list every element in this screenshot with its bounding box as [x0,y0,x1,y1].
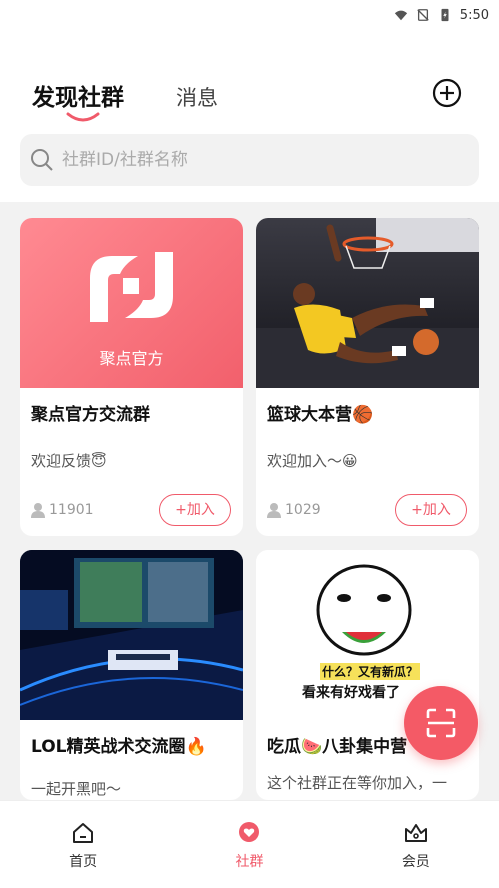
community-title: 篮球大本营🏀 [267,405,374,425]
join-button[interactable]: +加入 [159,494,231,526]
no-sim-icon [417,9,429,21]
search-icon [31,149,53,171]
user-icon [267,503,281,518]
top-tabs: 发现社群 消息 [32,78,218,122]
scan-button[interactable] [404,686,478,760]
tab-messages-label: 消息 [176,86,218,110]
member-count-value: 1029 [285,502,321,518]
tab-messages[interactable]: 消息 [176,82,218,112]
community-thumbnail: 聚点官方 [20,218,243,388]
community-thumbnail [20,550,243,720]
community-description: 欢迎反馈😇 [31,452,107,470]
member-count: 11901 [31,502,94,518]
nav-membership-label: 会员 [401,854,430,870]
member-count-value: 11901 [49,502,94,518]
scan-icon [426,708,456,738]
nav-community-label: 社群 [235,854,264,870]
bottom-nav: 首页 社群 会员 [0,800,499,888]
tab-discover-label: 发现社群 [32,85,124,111]
active-tab-indicator [66,112,100,122]
meme-caption-top: 什么？又有新瓜？ [320,663,421,680]
nav-community[interactable]: 社群 [199,821,299,888]
search-input[interactable] [62,150,442,170]
thumbnail-caption: 聚点官方 [99,349,164,368]
member-count: 1029 [267,502,321,518]
community-card[interactable]: LOL精英战术交流圈🔥 一起开黑吧～ [20,550,243,800]
meme-caption-bottom: 看来有好戏看了 [302,685,400,701]
home-icon [73,823,94,843]
tab-discover-communities[interactable]: 发现社群 [32,78,124,122]
community-title: LOL精英战术交流圈🔥 [31,737,207,757]
status-time: 5:50 [459,7,489,23]
battery-icon [441,8,449,22]
add-community-button[interactable] [432,78,462,108]
search-bar[interactable] [20,134,479,186]
nav-home-label: 首页 [69,854,98,870]
nav-home[interactable]: 首页 [33,821,133,888]
heart-chat-icon [239,822,260,842]
community-description: 这个社群正在等你加入，一 [267,774,448,792]
community-card[interactable]: 聚点官方 聚点官方交流群 欢迎反馈😇 11901 +加入 [20,218,243,536]
basketball-dunk-image [256,218,479,388]
nav-membership[interactable]: 会员 [366,821,466,888]
community-title: 吃瓜🍉八卦集中营 [267,737,408,757]
user-icon [31,503,45,518]
wifi-icon [394,10,407,21]
community-card[interactable]: 篮球大本营🏀 欢迎加入～😀 1029 +加入 [256,218,479,536]
community-thumbnail [256,218,479,388]
community-description: 欢迎加入～😀 [267,452,358,470]
community-card[interactable]: 什么？又有新瓜？ 看来有好戏看了 吃瓜🍉八卦集中营 这个社群正在等你加入，一 [256,550,479,800]
status-bar: 5:50 [0,0,499,30]
crown-icon [404,824,427,842]
community-title: 聚点官方交流群 [31,405,150,425]
community-description: 一起开黑吧～ [31,780,122,798]
esports-arena-image [20,550,243,720]
join-button[interactable]: +加入 [395,494,467,526]
